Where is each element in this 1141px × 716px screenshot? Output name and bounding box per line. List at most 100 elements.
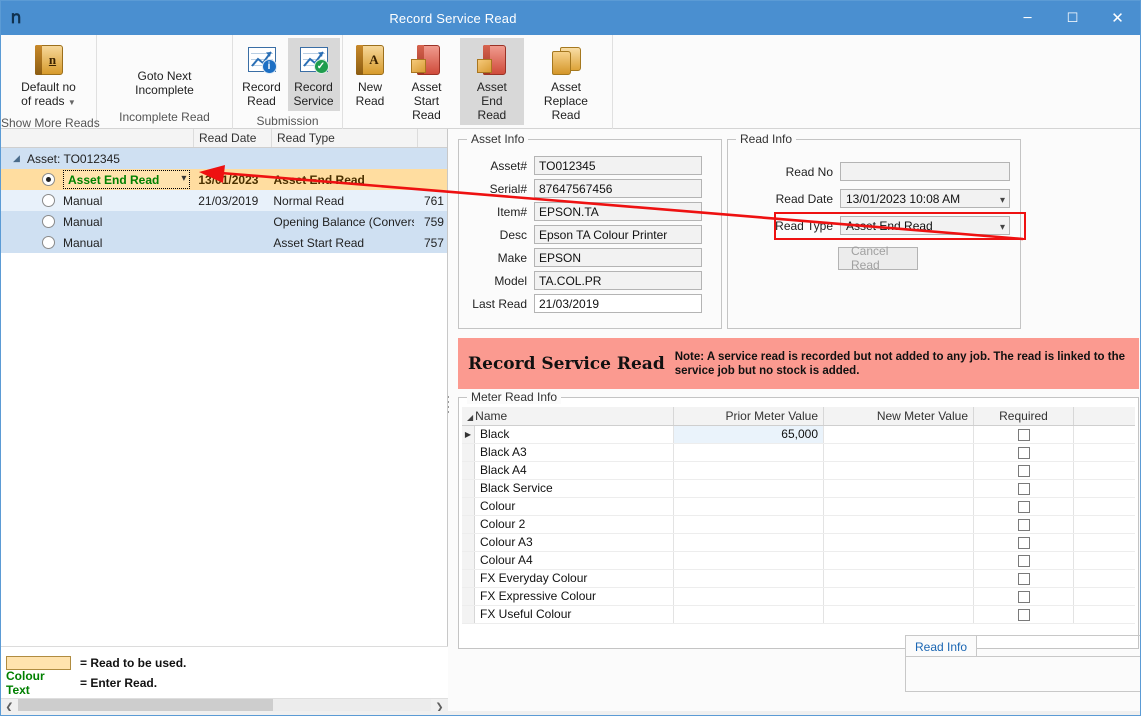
table-row[interactable]: Colour: [462, 498, 1135, 516]
close-button[interactable]: ✕: [1095, 1, 1140, 35]
ribbon-button-goto-next-incomplete[interactable]: Goto Next Incomplete: [101, 40, 229, 102]
read-grid-col-type[interactable]: [1, 129, 194, 147]
meter-cell-required[interactable]: [974, 588, 1074, 605]
cancel-read-button[interactable]: Cancel Read: [838, 247, 918, 270]
table-row[interactable]: Asset End Read ▾ 13/01/2023 Asset End Re…: [1, 169, 447, 190]
meter-cell-prior[interactable]: [674, 498, 824, 515]
read-row-radio[interactable]: [42, 194, 55, 207]
read-row-radio[interactable]: [42, 215, 55, 228]
meter-col-prior[interactable]: Prior Meter Value: [674, 407, 824, 425]
required-checkbox[interactable]: [1018, 483, 1030, 495]
serial-number-field[interactable]: 87647567456: [534, 179, 702, 198]
meter-cell-new[interactable]: [824, 552, 974, 569]
meter-cell-prior[interactable]: [674, 588, 824, 605]
meter-cell-prior[interactable]: [674, 606, 824, 623]
meter-cell-new[interactable]: [824, 516, 974, 533]
chevron-down-icon[interactable]: ▼: [68, 98, 76, 107]
maximize-button[interactable]: ☐: [1050, 1, 1095, 35]
table-row[interactable]: FX Expressive Colour: [462, 588, 1135, 606]
table-row[interactable]: FX Everyday Colour: [462, 570, 1135, 588]
meter-col-required[interactable]: Required: [974, 407, 1074, 425]
required-checkbox[interactable]: [1018, 429, 1030, 441]
ribbon-button-asset-start-read[interactable]: Asset Start Read: [393, 38, 460, 125]
meter-cell-prior[interactable]: [674, 462, 824, 479]
read-type-combo[interactable]: Asset End Read ▾: [840, 216, 1010, 235]
table-row[interactable]: Black A3: [462, 444, 1135, 462]
ribbon-button-record-read[interactable]: i Record Read: [236, 38, 288, 111]
required-checkbox[interactable]: [1018, 609, 1030, 621]
meter-cell-required[interactable]: [974, 498, 1074, 515]
meter-cell-new[interactable]: [824, 534, 974, 551]
meter-cell-new[interactable]: [824, 426, 974, 443]
required-checkbox[interactable]: [1018, 501, 1030, 513]
desc-field[interactable]: Epson TA Colour Printer: [534, 225, 702, 244]
read-row-radio[interactable]: [42, 173, 55, 186]
meter-cell-new[interactable]: [824, 588, 974, 605]
meter-cell-new[interactable]: [824, 606, 974, 623]
meter-cell-prior[interactable]: [674, 444, 824, 461]
required-checkbox[interactable]: [1018, 447, 1030, 459]
table-row[interactable]: Black A4: [462, 462, 1135, 480]
meter-cell-required[interactable]: [974, 570, 1074, 587]
meter-cell-prior[interactable]: [674, 534, 824, 551]
make-field[interactable]: EPSON: [534, 248, 702, 267]
table-row[interactable]: Manual 21/03/2019 Normal Read 761: [1, 190, 447, 211]
meter-cell-new[interactable]: [824, 444, 974, 461]
table-row[interactable]: Manual Opening Balance (Conversion) 759: [1, 211, 447, 232]
required-checkbox[interactable]: [1018, 519, 1030, 531]
item-number-field[interactable]: EPSON.TA: [534, 202, 702, 221]
table-row[interactable]: ▶ Black 65,000: [462, 426, 1135, 444]
meter-cell-required[interactable]: [974, 426, 1074, 443]
required-checkbox[interactable]: [1018, 537, 1030, 549]
meter-cell-new[interactable]: [824, 462, 974, 479]
required-checkbox[interactable]: [1018, 465, 1030, 477]
meter-cell-required[interactable]: [974, 480, 1074, 497]
meter-cell-required[interactable]: [974, 462, 1074, 479]
read-row-radio[interactable]: [42, 236, 55, 249]
read-grid-col-read-date[interactable]: Read Date: [194, 129, 272, 147]
read-grid-col-number[interactable]: [418, 129, 447, 147]
meter-cell-prior[interactable]: [674, 552, 824, 569]
read-type-editor-combo[interactable]: Asset End Read ▾: [63, 170, 190, 189]
meter-col-new[interactable]: New Meter Value: [824, 407, 974, 425]
model-field[interactable]: TA.COL.PR: [534, 271, 702, 290]
ribbon-button-record-service[interactable]: ✓ Record Service: [288, 38, 340, 111]
meter-cell-required[interactable]: [974, 552, 1074, 569]
required-checkbox[interactable]: [1018, 573, 1030, 585]
meter-cell-required[interactable]: [974, 534, 1074, 551]
read-grid-group-row[interactable]: ◢ Asset: TO012345: [1, 148, 447, 169]
asset-number-field[interactable]: TO012345: [534, 156, 702, 175]
meter-cell-new[interactable]: [824, 498, 974, 515]
read-date-combo[interactable]: 13/01/2023 10:08 AM ▾: [840, 189, 1010, 208]
chevron-down-icon[interactable]: ▾: [181, 173, 186, 184]
tab-read-info[interactable]: Read Info: [905, 635, 977, 657]
table-row[interactable]: FX Useful Colour: [462, 606, 1135, 624]
chevron-down-icon[interactable]: ▾: [1000, 219, 1005, 235]
required-checkbox[interactable]: [1018, 555, 1030, 567]
meter-cell-prior[interactable]: [674, 570, 824, 587]
meter-cell-prior[interactable]: [674, 516, 824, 533]
ribbon-button-asset-end-read[interactable]: Asset End Read: [460, 38, 524, 125]
meter-cell-prior[interactable]: 65,000: [674, 426, 824, 443]
meter-cell-new[interactable]: [824, 570, 974, 587]
chevron-down-icon[interactable]: ▾: [1000, 192, 1005, 208]
read-no-field[interactable]: [840, 162, 1010, 181]
table-row[interactable]: Colour 2: [462, 516, 1135, 534]
ribbon-button-new-read[interactable]: A New Read: [347, 38, 393, 111]
minimize-button[interactable]: ─: [1005, 1, 1050, 35]
table-row[interactable]: Manual Asset Start Read 757: [1, 232, 447, 253]
read-grid-col-read-type[interactable]: Read Type: [272, 129, 418, 147]
ribbon-button-asset-replace-read[interactable]: Asset Replace Read: [524, 38, 608, 125]
meter-cell-prior[interactable]: [674, 480, 824, 497]
table-row[interactable]: Colour A3: [462, 534, 1135, 552]
meter-col-name[interactable]: ◢Name: [462, 407, 674, 425]
ribbon-button-default-no-of-reads[interactable]: n Default no of reads ▼: [6, 38, 92, 113]
meter-cell-new[interactable]: [824, 480, 974, 497]
meter-cell-required[interactable]: [974, 606, 1074, 623]
meter-cell-required[interactable]: [974, 516, 1074, 533]
meter-cell-required[interactable]: [974, 444, 1074, 461]
expander-icon[interactable]: ◢: [10, 153, 23, 164]
table-row[interactable]: Colour A4: [462, 552, 1135, 570]
required-checkbox[interactable]: [1018, 591, 1030, 603]
last-read-field[interactable]: 21/03/2019: [534, 294, 702, 313]
